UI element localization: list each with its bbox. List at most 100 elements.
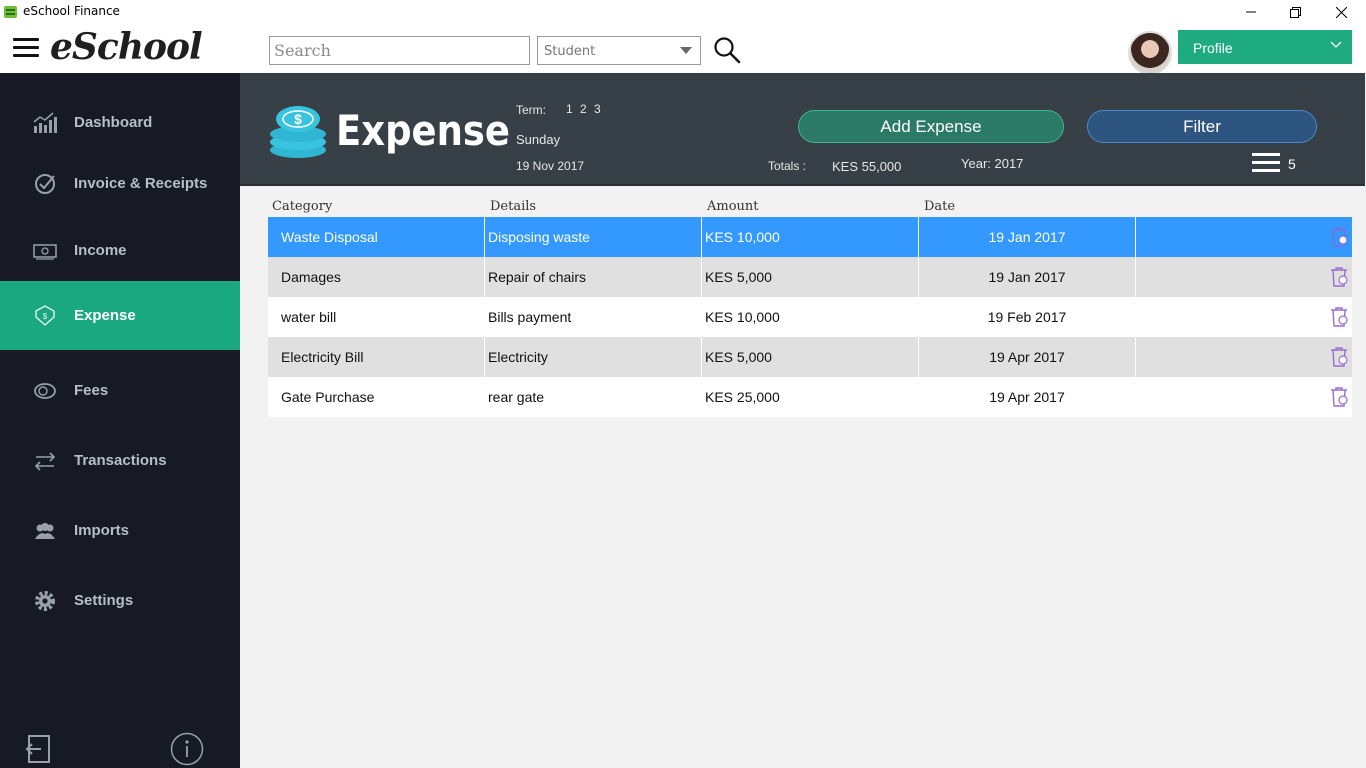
restore-button[interactable]: [1272, 0, 1318, 24]
cell-category: water bill: [268, 297, 485, 337]
delete-icon[interactable]: [1328, 226, 1350, 248]
cell-details: Disposing waste: [485, 217, 702, 257]
users-icon: [35, 523, 55, 539]
sidebar-item-label: Imports: [74, 522, 130, 539]
profile-dropdown[interactable]: Profile: [1178, 30, 1352, 64]
table-row[interactable]: water bill Bills payment KES 10,000 19 F…: [268, 297, 1352, 337]
cell-actions: [1136, 257, 1352, 297]
delete-icon[interactable]: [1328, 386, 1350, 408]
cell-actions: [1136, 297, 1352, 337]
sidebar-item-dashboard[interactable]: Dashboard: [0, 93, 240, 153]
menu-icon: [13, 38, 39, 41]
cell-date: 19 Jan 2017: [919, 217, 1136, 257]
cell-category: Gate Purchase: [268, 377, 485, 417]
title-bar: eSchool Finance: [0, 0, 1366, 24]
svg-text:$: $: [43, 312, 48, 321]
add-expense-button[interactable]: Add Expense: [798, 110, 1064, 143]
totals-value: KES 55,000: [832, 159, 902, 174]
chevron-down-icon: [680, 47, 692, 54]
coins-icon: [34, 383, 56, 399]
sidebar: Dashboard Invoice & Receipts Income $ Ex…: [0, 73, 240, 768]
search-icon[interactable]: [713, 36, 741, 64]
column-header-category[interactable]: Category: [272, 199, 332, 214]
table-row[interactable]: Gate Purchase rear gate KES 25,000 19 Ap…: [268, 377, 1352, 417]
cell-category: Damages: [268, 257, 485, 297]
restore-icon: [1289, 6, 1301, 18]
money-hand-icon: $: [35, 305, 55, 326]
profile-label: Profile: [1193, 40, 1233, 56]
cell-category: Electricity Bill: [268, 337, 485, 377]
table-row[interactable]: Damages Repair of chairs KES 5,000 19 Ja…: [268, 257, 1352, 297]
cell-amount: KES 25,000: [702, 377, 919, 417]
cell-date: 19 Apr 2017: [919, 377, 1136, 417]
delete-icon[interactable]: [1328, 306, 1350, 328]
year-selector[interactable]: Year: 2017: [961, 156, 1023, 171]
cell-date: 19 Jan 2017: [919, 257, 1136, 297]
cell-date: 19 Apr 2017: [919, 337, 1136, 377]
delete-icon[interactable]: [1328, 346, 1350, 368]
chart-icon: [33, 112, 57, 133]
cell-category: Waste Disposal: [268, 217, 485, 257]
page-title: Expense: [336, 106, 510, 155]
sidebar-item-transactions[interactable]: Transactions: [0, 431, 240, 491]
sidebar-item-expense[interactable]: $ Expense: [0, 281, 240, 350]
info-icon[interactable]: [170, 732, 204, 766]
close-button[interactable]: [1318, 0, 1364, 24]
sidebar-item-label: Dashboard: [74, 114, 153, 131]
sidebar-item-fees[interactable]: Fees: [0, 361, 240, 421]
svg-text:$: $: [294, 111, 302, 127]
student-select-value: Student: [544, 44, 596, 59]
check-circle-icon: [35, 174, 55, 194]
sidebar-item-invoice-receipts[interactable]: Invoice & Receipts: [0, 154, 240, 214]
totals-label: Totals :: [768, 159, 807, 173]
date-label: 19 Nov 2017: [516, 159, 585, 173]
sidebar-item-income[interactable]: Income: [0, 221, 240, 281]
delete-icon[interactable]: [1328, 266, 1350, 288]
term-label: Term:: [516, 103, 546, 117]
cell-details: Bills payment: [485, 297, 702, 337]
column-header-date[interactable]: Date: [924, 199, 955, 214]
sidebar-item-label: Expense: [74, 307, 136, 324]
app-icon: [4, 6, 17, 18]
minimize-button[interactable]: [1228, 0, 1274, 24]
avatar[interactable]: [1128, 31, 1172, 75]
table-row[interactable]: Waste Disposal Disposing waste KES 10,00…: [268, 217, 1352, 257]
cell-date: 19 Feb 2017: [919, 297, 1136, 337]
cell-details: Repair of chairs: [485, 257, 702, 297]
cell-actions: [1136, 377, 1352, 417]
column-header-details[interactable]: Details: [490, 199, 536, 214]
logout-icon[interactable]: [25, 734, 51, 764]
brand-logo: eSchool: [50, 26, 203, 68]
banknote-icon: [33, 244, 57, 260]
day-label: Sunday: [516, 132, 561, 147]
cell-actions: [1136, 337, 1352, 377]
column-header-amount[interactable]: Amount: [707, 199, 759, 214]
expense-header: $ Expense Term: 1 2 3 Sunday 19 Nov 2017…: [240, 73, 1365, 186]
search-input[interactable]: [269, 36, 530, 65]
close-icon: [1335, 6, 1347, 18]
cell-amount: KES 5,000: [702, 337, 919, 377]
cell-amount: KES 5,000: [702, 257, 919, 297]
sidebar-item-imports[interactable]: Imports: [0, 501, 240, 561]
filter-button[interactable]: Filter: [1087, 110, 1317, 143]
sidebar-item-label: Fees: [74, 382, 109, 399]
sidebar-item-label: Settings: [74, 592, 134, 609]
transfer-icon: [34, 452, 56, 471]
cell-details: rear gate: [485, 377, 702, 417]
cell-amount: KES 10,000: [702, 297, 919, 337]
student-select[interactable]: Student: [537, 36, 701, 65]
term-selector[interactable]: 1 2 3: [566, 102, 601, 116]
table-row[interactable]: Electricity Bill Electricity KES 5,000 1…: [268, 337, 1352, 377]
gear-icon: [35, 591, 55, 611]
top-bar: eSchool Student Profile: [0, 24, 1366, 75]
cell-amount: KES 10,000: [702, 217, 919, 257]
app-window: eSchool Finance eSchool Student Profile: [0, 0, 1366, 768]
minimize-icon: [1246, 11, 1256, 13]
cell-actions: [1136, 217, 1352, 257]
menu-button[interactable]: [13, 38, 39, 58]
list-icon[interactable]: [1252, 153, 1280, 175]
sidebar-item-settings[interactable]: Settings: [0, 571, 240, 631]
cell-details: Electricity: [485, 337, 702, 377]
app-title: eSchool Finance: [23, 4, 120, 18]
sidebar-item-label: Income: [74, 242, 127, 259]
